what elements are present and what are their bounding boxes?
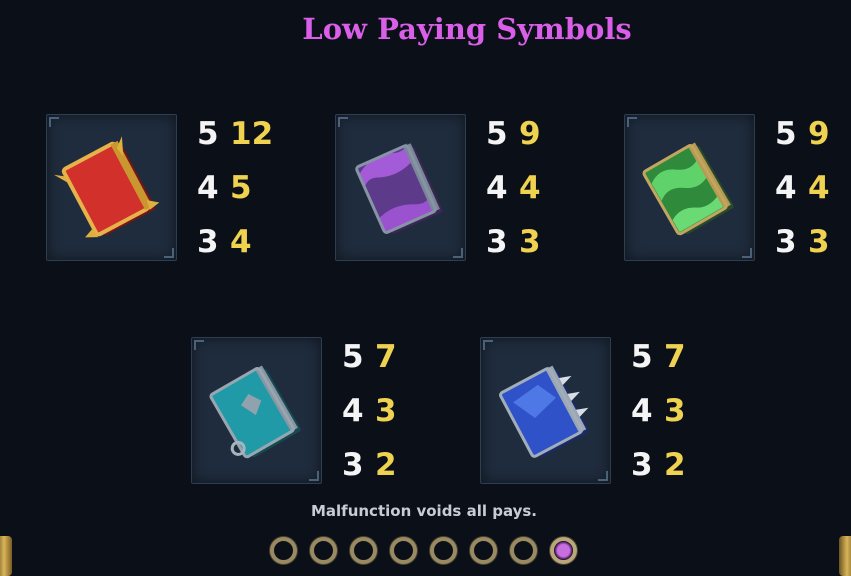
payout-line: 59 — [486, 114, 541, 168]
payout-value: 3 — [375, 393, 397, 429]
symbol-item: 59 44 33 — [335, 114, 624, 261]
payout-line: 44 — [775, 168, 830, 222]
match-count: 3 — [775, 224, 797, 260]
payout-line: 32 — [342, 445, 397, 499]
payout-value: 3 — [519, 224, 541, 260]
coin-stack-icon — [839, 536, 851, 576]
payout-value: 4 — [808, 170, 830, 206]
match-count: 4 — [775, 170, 797, 206]
payout-list: 5 12 45 34 — [197, 114, 273, 276]
match-count: 3 — [197, 224, 219, 260]
payout-list: 57 43 32 — [342, 337, 397, 499]
symbol-tile — [480, 337, 611, 484]
match-count: 3 — [342, 447, 364, 483]
symbol-item: 57 43 32 — [480, 337, 769, 484]
match-count: 5 — [631, 339, 653, 375]
symbol-item: 59 44 33 — [624, 114, 851, 261]
payout-line: 34 — [197, 222, 273, 276]
match-count: 4 — [197, 170, 219, 206]
payout-line: 43 — [342, 391, 397, 445]
page-dot-7[interactable] — [510, 537, 537, 564]
green-book-icon — [642, 142, 734, 236]
payout-line: 59 — [775, 114, 830, 168]
match-count: 3 — [631, 447, 653, 483]
match-count: 4 — [631, 393, 653, 429]
match-count: 4 — [342, 393, 364, 429]
symbol-tile — [46, 114, 177, 261]
symbol-tile — [624, 114, 755, 261]
symbol-row-bottom: 57 43 32 57 43 32 — [191, 337, 769, 484]
teal-book-icon — [209, 365, 301, 459]
payout-list: 59 44 33 — [775, 114, 830, 276]
payout-line: 57 — [342, 337, 397, 391]
payout-line: 33 — [486, 222, 541, 276]
page-dot-5[interactable] — [430, 537, 457, 564]
match-count: 5 — [775, 116, 797, 152]
symbol-item: 5 12 45 34 — [46, 114, 335, 261]
match-count: 4 — [486, 170, 508, 206]
payout-value: 2 — [664, 447, 686, 483]
page-dot-6[interactable] — [470, 537, 497, 564]
payout-value: 9 — [519, 116, 541, 152]
red-book-icon — [53, 136, 160, 238]
payout-value: 5 — [230, 170, 252, 206]
match-count: 5 — [486, 116, 508, 152]
payout-value: 3 — [664, 393, 686, 429]
page-dot-3[interactable] — [350, 537, 377, 564]
match-count: 5 — [197, 116, 219, 152]
page-indicator — [270, 537, 577, 564]
blue-book-icon — [499, 365, 589, 458]
payout-line: 33 — [775, 222, 830, 276]
payout-value: 3 — [808, 224, 830, 260]
purple-book-icon — [355, 143, 443, 234]
payout-value: 4 — [230, 224, 252, 260]
payout-list: 57 43 32 — [631, 337, 686, 499]
coin-stack-icon — [0, 536, 12, 576]
payout-value: 4 — [519, 170, 541, 206]
match-count: 3 — [486, 224, 508, 260]
match-count: 5 — [342, 339, 364, 375]
malfunction-note: Malfunction voids all pays. — [310, 502, 538, 520]
page-dot-2[interactable] — [310, 537, 337, 564]
payout-line: 5 12 — [197, 114, 273, 168]
payout-value: 7 — [664, 339, 686, 375]
symbol-tile — [335, 114, 466, 261]
symbol-item: 57 43 32 — [191, 337, 480, 484]
payout-list: 59 44 33 — [486, 114, 541, 276]
symbol-row-top: 5 12 45 34 59 44 33 5 9 4 4 3 3 — [46, 114, 851, 261]
page-dot-4[interactable] — [390, 537, 417, 564]
symbol-tile — [191, 337, 322, 484]
payout-line: 57 — [631, 337, 686, 391]
payout-value: 9 — [808, 116, 830, 152]
payout-line: 45 — [197, 168, 273, 222]
payout-value: 2 — [375, 447, 397, 483]
page-dot-1[interactable] — [270, 537, 297, 564]
payout-value: 12 — [230, 116, 274, 152]
page-dot-8-active[interactable] — [550, 537, 577, 564]
payout-line: 43 — [631, 391, 686, 445]
paytable-title: Low Paying Symbols — [302, 12, 632, 46]
payout-line: 44 — [486, 168, 541, 222]
payout-line: 32 — [631, 445, 686, 499]
payout-value: 7 — [375, 339, 397, 375]
